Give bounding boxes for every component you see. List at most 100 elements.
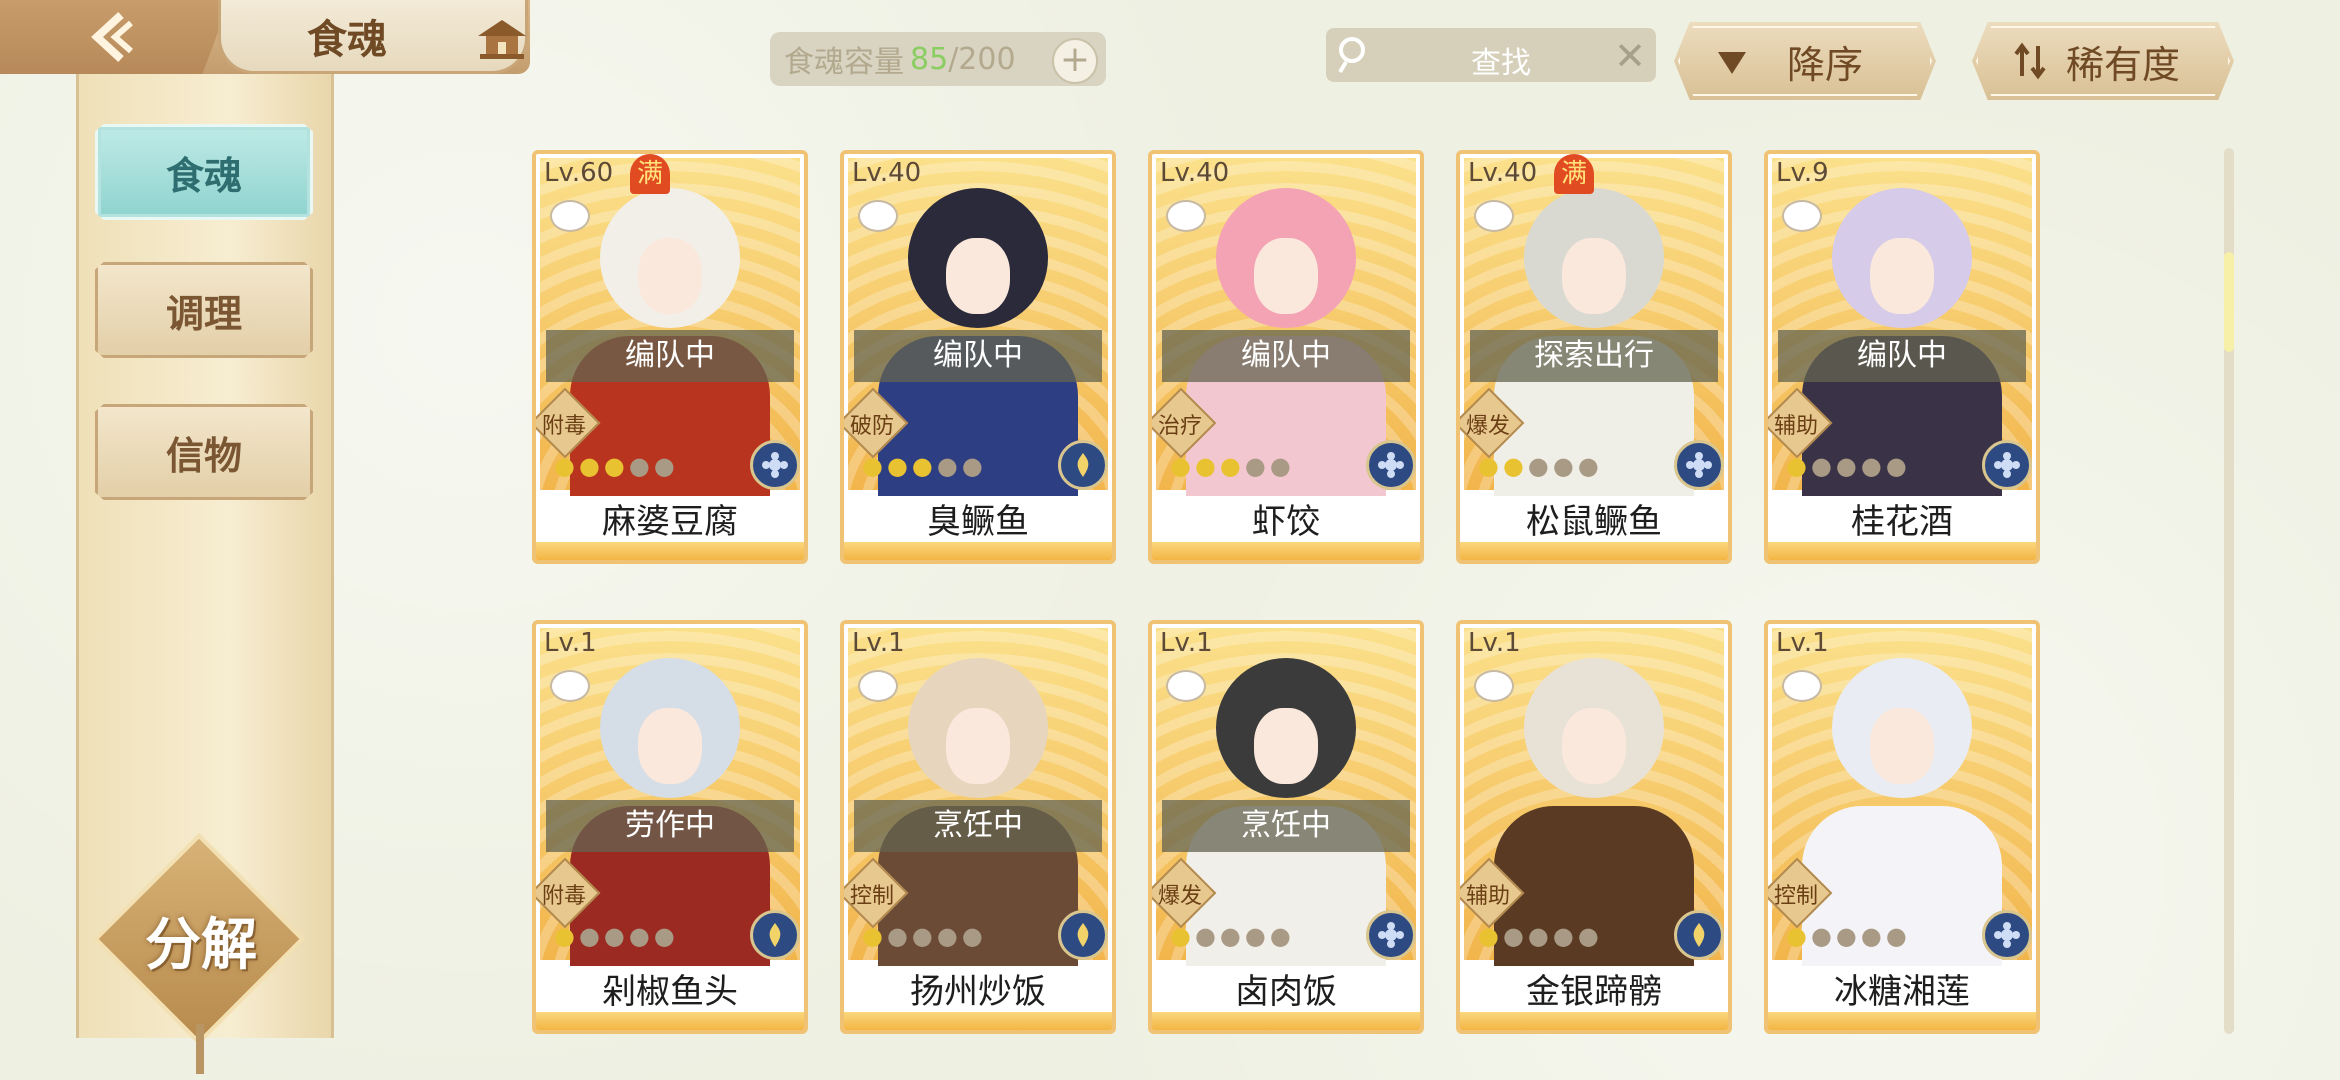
lock-toggle-icon[interactable]	[550, 200, 590, 232]
food-soul-card[interactable]: Lv.40 编队中 破防 ●●●●● 臭鳜鱼	[840, 150, 1116, 564]
pavilion-icon[interactable]	[474, 14, 530, 62]
role-badge: 破防	[844, 387, 909, 459]
gold-flame-icon	[1693, 923, 1705, 947]
food-soul-card[interactable]: Lv.40 编队中 治疗 ●●●●● 虾饺	[1148, 150, 1424, 564]
sidebar-item-tokens[interactable]: 信物	[95, 404, 313, 500]
star-rating: ●●●●●	[1786, 452, 1911, 480]
capacity-label: 食魂容量	[784, 45, 904, 80]
star-icon: ●	[653, 452, 679, 480]
character-face	[1562, 238, 1626, 314]
lock-toggle-icon[interactable]	[858, 670, 898, 702]
star-icon: ●	[1269, 452, 1295, 480]
sidebar-item-food-souls[interactable]: 食魂	[95, 124, 313, 220]
card-name: 金银蹄髈	[1526, 972, 1662, 1012]
scrollbar[interactable]	[2224, 148, 2234, 1034]
lock-toggle-icon[interactable]	[858, 200, 898, 232]
lock-toggle-icon[interactable]	[1166, 200, 1206, 232]
character-face	[1870, 708, 1934, 784]
star-icon: ●	[554, 452, 579, 480]
star-icon: ●	[1478, 452, 1503, 480]
food-soul-card[interactable]: Lv.1 劳作中 附毒 ●●●●● 剁椒鱼头	[532, 620, 808, 1034]
character-face	[1254, 238, 1318, 314]
food-soul-card[interactable]: Lv.60 满编队中 附毒 ●●●●● 麻婆豆腐	[532, 150, 808, 564]
role-badge: 爆发	[1152, 857, 1217, 929]
lock-toggle-icon[interactable]	[1782, 200, 1822, 232]
star-icon: ●	[603, 922, 629, 950]
star-icon: ●	[1835, 452, 1861, 480]
star-icon: ●	[911, 452, 937, 480]
search-input[interactable]: 查找	[1326, 38, 1656, 82]
sort-rarity-button[interactable]: 稀有度	[1972, 22, 2234, 100]
back-arrow-icon	[91, 12, 133, 62]
card-name: 麻婆豆腐	[602, 502, 738, 542]
decompose-label[interactable]: 分解	[118, 900, 284, 981]
food-soul-card[interactable]: Lv.1 烹饪中 控制 ●●●●● 扬州炒饭	[840, 620, 1116, 1034]
level-label: Lv.60	[544, 158, 614, 188]
status-label: 编队中	[546, 330, 794, 382]
food-soul-card[interactable]: Lv.40 满探索出行 爆发 ●●●●● 松鼠鳜鱼	[1456, 150, 1732, 564]
level-label: Lv.40	[852, 158, 922, 188]
level-label: Lv.9	[1776, 158, 1829, 188]
search-box[interactable]: 查找 ✕	[1326, 28, 1656, 82]
star-rating: ●●●●●	[862, 922, 987, 950]
blue-flower-icon	[762, 452, 788, 478]
star-icon: ●	[1577, 452, 1603, 480]
role-label: 治疗	[1157, 414, 1202, 439]
role-badge: 控制	[1768, 857, 1833, 929]
star-icon: ●	[1219, 452, 1245, 480]
star-icon: ●	[886, 452, 912, 480]
capacity-add-button[interactable]: +	[1052, 38, 1098, 84]
food-soul-card[interactable]: Lv.1 辅助 ●●●●● 金银蹄髈	[1456, 620, 1732, 1034]
star-rating: ●●●●●	[1786, 922, 1911, 950]
element-badge	[1982, 910, 2032, 960]
star-icon: ●	[1835, 922, 1861, 950]
card-footer	[1768, 542, 2036, 560]
star-icon: ●	[1502, 922, 1528, 950]
sort-order-button[interactable]: 降序	[1674, 22, 1936, 100]
star-rating: ●●●●●	[1170, 452, 1295, 480]
status-label: 编队中	[1778, 330, 2026, 382]
card-footer	[1152, 1012, 1420, 1030]
lock-toggle-icon[interactable]	[550, 670, 590, 702]
element-badge	[1366, 440, 1416, 490]
lock-toggle-icon[interactable]	[1166, 670, 1206, 702]
character-face	[638, 708, 702, 784]
blue-flower-icon	[1378, 452, 1404, 478]
level-label: Lv.1	[852, 628, 905, 658]
food-soul-card[interactable]: Lv.1 烹饪中 爆发 ●●●●● 卤肉饭	[1148, 620, 1424, 1034]
sidebar-item-conditioning[interactable]: 调理	[95, 262, 313, 358]
star-icon: ●	[886, 922, 912, 950]
role-badge: 附毒	[536, 387, 601, 459]
star-icon: ●	[936, 922, 962, 950]
star-rating: ●●●●●	[554, 922, 679, 950]
star-icon: ●	[1786, 922, 1811, 950]
card-name: 冰糖湘莲	[1834, 972, 1970, 1012]
star-rating: ●●●●●	[1478, 922, 1603, 950]
star-icon: ●	[1860, 922, 1886, 950]
element-badge	[1674, 440, 1724, 490]
lock-toggle-icon[interactable]	[1782, 670, 1822, 702]
level-label: Lv.40	[1160, 158, 1230, 188]
sort-order-label: 降序	[1786, 42, 1863, 87]
star-icon: ●	[1244, 922, 1270, 950]
food-soul-card[interactable]: Lv.9 编队中 辅助 ●●●●● 桂花酒	[1764, 150, 2040, 564]
blue-flower-icon	[1994, 922, 2020, 948]
status-label: 编队中	[1162, 330, 1410, 382]
food-soul-card[interactable]: Lv.1 控制 ●●●●● 冰糖湘莲	[1764, 620, 2040, 1034]
back-button[interactable]	[0, 0, 230, 74]
card-footer	[1152, 542, 1420, 560]
lock-toggle-icon[interactable]	[1474, 670, 1514, 702]
scrollbar-thumb[interactable]	[2224, 252, 2234, 352]
star-icon: ●	[1527, 922, 1553, 950]
lock-toggle-icon[interactable]	[1474, 200, 1514, 232]
role-badge: 爆发	[1460, 387, 1525, 459]
star-icon: ●	[1269, 922, 1295, 950]
star-icon: ●	[1885, 922, 1911, 950]
clear-icon[interactable]: ✕	[1614, 34, 1646, 78]
card-name: 虾饺	[1252, 502, 1320, 542]
star-icon: ●	[554, 922, 579, 950]
star-icon: ●	[1552, 452, 1578, 480]
star-rating: ●●●●●	[1478, 452, 1603, 480]
role-label: 附毒	[541, 884, 586, 909]
status-label: 探索出行	[1470, 330, 1718, 382]
